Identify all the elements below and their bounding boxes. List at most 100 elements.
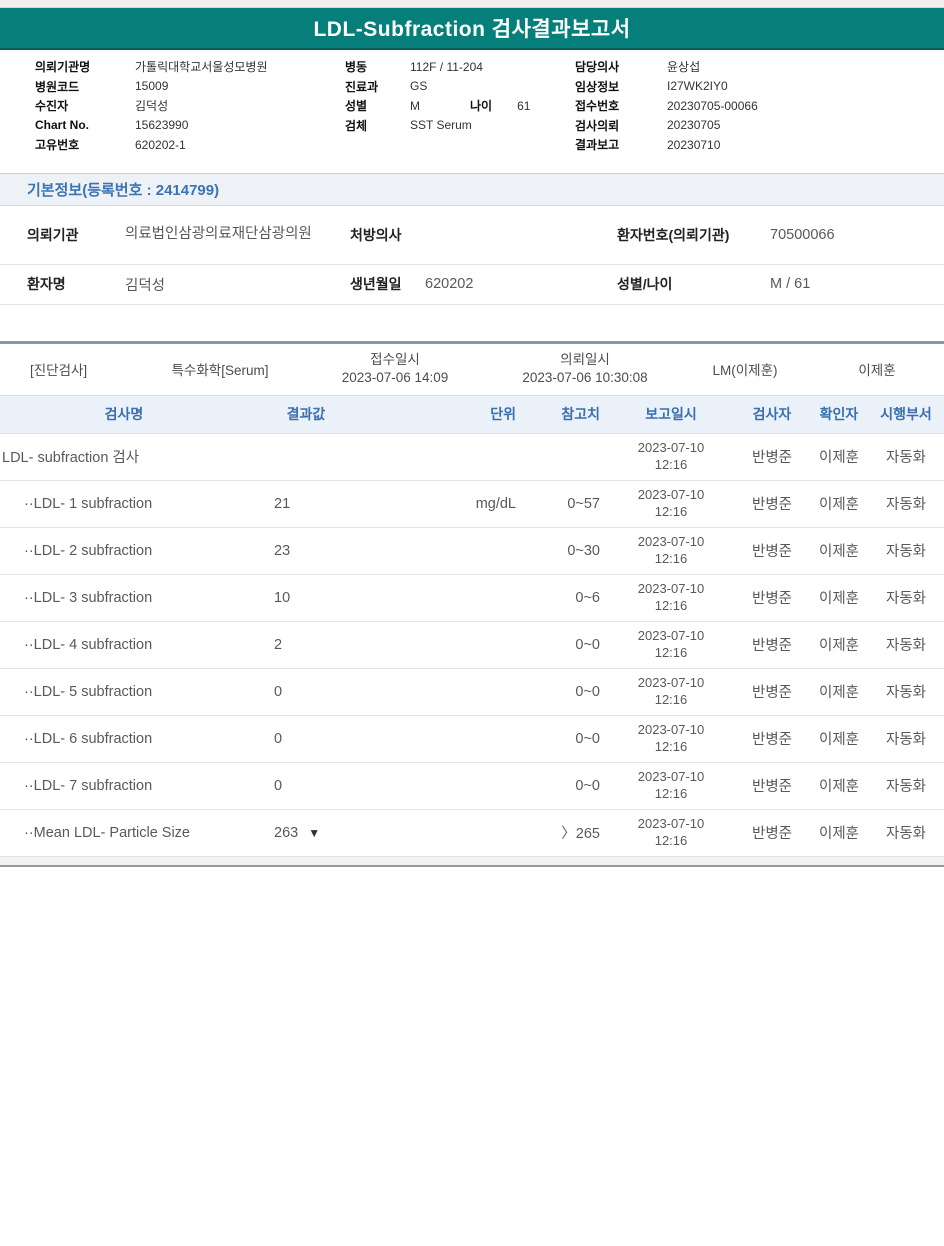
reported-datetime: 2023-07-10 12:16 (608, 769, 734, 803)
header-column-middle: 병동 112F / 11-204 진료과 GS 성별 M 나이 61 검체 SS… (345, 57, 575, 155)
col-unit: 단위 (364, 404, 524, 424)
header-field-value: 15009 (135, 79, 168, 93)
header-field-label: 검체 (345, 117, 410, 134)
header-field-value: 15623990 (135, 118, 188, 132)
header-column-left: 의뢰기관명 가톨릭대학교서울성모병원 병원코드 15009 수진자 김덕성 Ch… (35, 57, 345, 155)
test-name: ··LDL- 6 subfraction (0, 731, 248, 747)
reported-time: 12:16 (608, 598, 734, 615)
reported-date: 2023-07-10 (608, 440, 734, 457)
header-field: 담당의사 윤상섭 (575, 57, 944, 77)
header-field-label: 고유번호 (35, 136, 135, 153)
basic-info-bar: 기본정보(등록번호 : 2414799) (0, 173, 944, 206)
patient-number-label: 환자번호(의뢰기관) (617, 225, 770, 245)
results-table-body: LDL- subfraction 검사 2023-07-10 12:16 반병준… (0, 434, 944, 857)
test-name: ··LDL- 1 subfraction (0, 496, 248, 512)
confirmer-name: 이제훈 (810, 775, 868, 796)
header-field: 진료과 GS (345, 77, 575, 97)
reference-range: 0~0 (524, 731, 608, 747)
table-footer-strip (0, 857, 944, 867)
header-field-value: 112F / 11-204 (410, 60, 483, 74)
header-field: 의뢰기관명 가톨릭대학교서울성모병원 (35, 57, 345, 77)
section-category: [진단검사] (0, 359, 140, 379)
department-name: 자동화 (868, 634, 944, 655)
header-column-right: 담당의사 윤상섭 임상정보 I27WK2IY0 접수번호 20230705-00… (575, 57, 944, 155)
test-name: ··LDL- 2 subfraction (0, 543, 248, 559)
ldl-subfraction-report-page: { "colors":{ "accent":"#067E79","accent-… (0, 0, 944, 1246)
reporter-name: 이제훈 (810, 359, 944, 379)
tester-name: 반병준 (734, 634, 810, 655)
col-test-name: 검사명 (0, 404, 248, 424)
header-field-label: Chart No. (35, 118, 135, 132)
header-field: 검사의뢰 20230705 (575, 116, 944, 136)
header-field-value: 20230705 (667, 118, 720, 132)
reference-range: 0~0 (524, 637, 608, 653)
result-number: 0 (274, 731, 282, 747)
reported-datetime: 2023-07-10 12:16 (608, 534, 734, 568)
tester-name: 반병준 (734, 493, 810, 514)
age-label: 나이 (470, 97, 492, 114)
department-name: 자동화 (868, 493, 944, 514)
confirmer-name: 이제훈 (810, 493, 868, 514)
reported-time: 12:16 (608, 645, 734, 662)
result-number: 263 (274, 825, 298, 841)
tester-name: 반병준 (734, 822, 810, 843)
reported-time: 12:16 (608, 504, 734, 521)
request-datetime: 의뢰일시 2023-07-06 10:30:08 (490, 351, 680, 387)
confirmer-name: 이제훈 (810, 634, 868, 655)
reference-range: 0~57 (524, 496, 608, 512)
result-number: 0 (274, 684, 282, 700)
header-field-label: 접수번호 (575, 97, 667, 114)
reported-datetime: 2023-07-10 12:16 (608, 628, 734, 662)
col-confirmer: 확인자 (810, 404, 868, 424)
header-field: 성별 M 나이 61 (345, 96, 575, 116)
department-name: 자동화 (868, 540, 944, 561)
header-field: 접수번호 20230705-00066 (575, 96, 944, 116)
reported-date: 2023-07-10 (608, 722, 734, 739)
reported-date: 2023-07-10 (608, 769, 734, 786)
diagnostic-section: [진단검사] 특수화학[Serum] 접수일시 2023-07-06 14:09… (0, 341, 944, 857)
result-value: 263 ▼ (248, 825, 364, 841)
result-value: 0 (248, 684, 364, 700)
receipt-datetime: 접수일시 2023-07-06 14:09 (300, 351, 490, 387)
test-name: ··LDL- 7 subfraction (0, 778, 248, 794)
result-value: 10 (248, 590, 364, 606)
test-name: ··LDL- 3 subfraction (0, 590, 248, 606)
reported-date: 2023-07-10 (608, 628, 734, 645)
confirmer-name: 이제훈 (810, 728, 868, 749)
patient-number-value: 70500066 (770, 227, 944, 243)
col-tester: 검사자 (734, 404, 810, 424)
basic-info-row-1: 의뢰기관 의료법인삼광의료재단삼광의원 처방의사 환자번호(의뢰기관) 7050… (0, 206, 944, 265)
result-row: ··Mean LDL- Particle Size 263 ▼ 〉265 202… (0, 810, 944, 857)
result-number: 2 (274, 637, 282, 653)
header-field-label: 수진자 (35, 97, 135, 114)
col-reported: 보고일시 (608, 404, 734, 424)
header-field-value: I27WK2IY0 (667, 79, 728, 93)
receipt-time: 2023-07-06 14:09 (342, 370, 449, 385)
tester-name: 반병준 (734, 728, 810, 749)
reported-time: 12:16 (608, 833, 734, 850)
reported-time: 12:16 (608, 692, 734, 709)
result-row: ··LDL- 2 subfraction 23 0~30 2023-07-10 … (0, 528, 944, 575)
reported-date: 2023-07-10 (608, 487, 734, 504)
sex-age-label: 성별/나이 (617, 274, 770, 294)
result-row: ··LDL- 5 subfraction 0 0~0 2023-07-10 12… (0, 669, 944, 716)
prescribing-doctor-label: 처방의사 (350, 225, 425, 245)
department-name: 자동화 (868, 822, 944, 843)
result-number: 23 (274, 543, 290, 559)
test-name: ··LDL- 4 subfraction (0, 637, 248, 653)
header-field-label: 의뢰기관명 (35, 58, 135, 75)
patient-name-value: 김덕성 (125, 274, 350, 295)
department-name: 자동화 (868, 775, 944, 796)
confirmer-name: 이제훈 (810, 540, 868, 561)
col-reference: 참고치 (524, 404, 608, 424)
section-meta-row: [진단검사] 특수화학[Serum] 접수일시 2023-07-06 14:09… (0, 344, 944, 396)
tester-name: 반병준 (734, 446, 810, 467)
header-field: 병동 112F / 11-204 (345, 57, 575, 77)
header-field: 수진자 김덕성 (35, 96, 345, 116)
confirmer-name: 이제훈 (810, 822, 868, 843)
result-row: LDL- subfraction 검사 2023-07-10 12:16 반병준… (0, 434, 944, 481)
requesting-org-value: 의료법인삼광의료재단삼광의원 (125, 224, 333, 245)
age-value: 61 (517, 99, 530, 113)
header-field-label: 병동 (345, 58, 410, 75)
patient-name-label: 환자명 (27, 274, 125, 294)
